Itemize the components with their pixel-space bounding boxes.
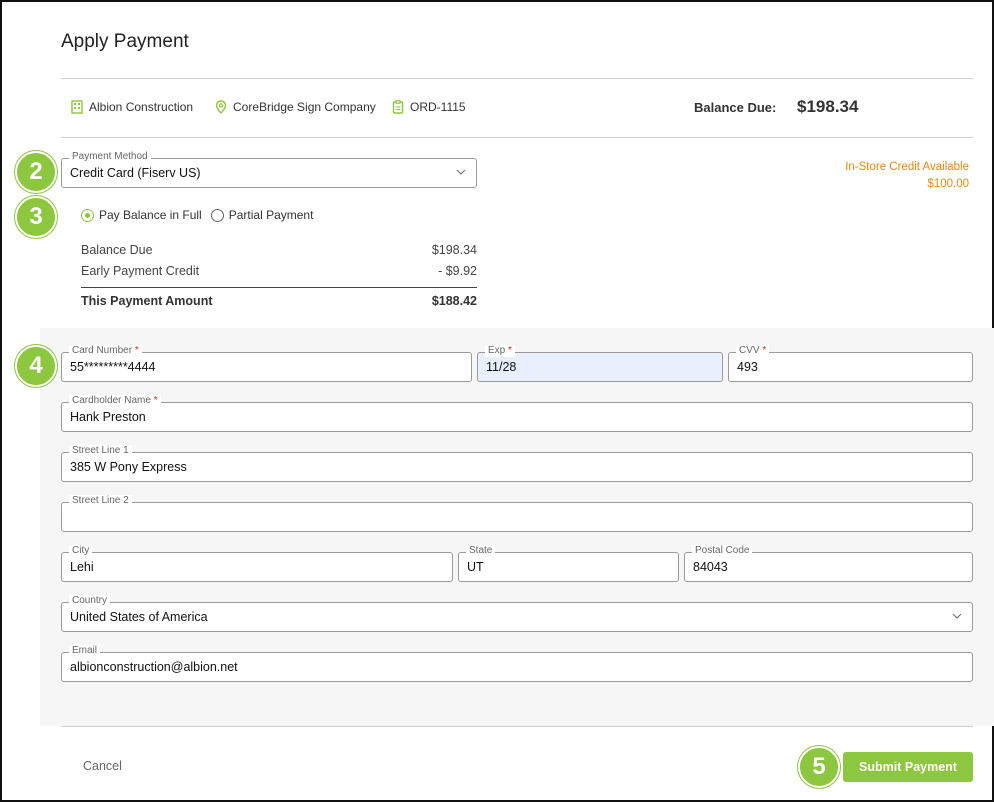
- city-label: City: [69, 545, 93, 557]
- summary-balance-row: Balance Due $198.34: [81, 243, 477, 257]
- country-select[interactable]: Country United States of America: [61, 595, 973, 632]
- summary-divider: [81, 287, 477, 288]
- location-pin-icon: [215, 100, 227, 114]
- cvv-label: CVV: [739, 345, 760, 356]
- email-label: Email: [69, 645, 101, 657]
- summary-credit-value: - $9.92: [438, 264, 477, 278]
- divider: [61, 726, 973, 727]
- required-mark: *: [153, 395, 158, 406]
- summary-credit-row: Early Payment Credit - $9.92: [81, 264, 477, 278]
- cardholder-name-field[interactable]: Cardholder Name * Hank Preston: [61, 395, 973, 432]
- required-mark: *: [134, 345, 139, 356]
- chevron-down-icon: [456, 169, 466, 175]
- payment-method-label: Payment Method: [69, 151, 151, 163]
- country-label: Country: [69, 595, 111, 607]
- pay-in-full-option[interactable]: Pay Balance in Full: [81, 208, 202, 222]
- street-line-1-value: 385 W Pony Express: [70, 460, 187, 474]
- store-credit-label: In-Store Credit Available: [845, 161, 969, 173]
- city-field[interactable]: City Lehi: [61, 545, 453, 582]
- divider: [61, 137, 973, 138]
- summary-balance-value: $198.34: [431, 243, 477, 257]
- payment-option-group: Pay Balance in Full Partial Payment: [81, 208, 322, 222]
- partial-payment-label: Partial Payment: [228, 208, 314, 222]
- cardholder-name-value: Hank Preston: [70, 410, 146, 424]
- pay-in-full-label: Pay Balance in Full: [99, 208, 202, 222]
- balance-due-value: $198.34: [797, 97, 859, 116]
- clipboard-icon: [392, 100, 404, 114]
- submit-payment-button[interactable]: Submit Payment: [843, 752, 973, 782]
- street-line-2-label: Street Line 2: [69, 495, 132, 507]
- apply-payment-dialog: Apply Payment Albion Construction CoreBr…: [0, 0, 994, 802]
- cvv-field[interactable]: CVV * 493: [728, 345, 973, 382]
- company-name: Albion Construction: [89, 100, 194, 114]
- postal-code-label: Postal Code: [692, 545, 753, 557]
- exp-label: Exp: [488, 345, 506, 356]
- building-icon: [71, 100, 83, 114]
- chevron-down-icon: [952, 613, 962, 619]
- store-credit-info: In-Store Credit Available $100.00: [845, 159, 969, 193]
- context-company: Albion Construction: [71, 100, 193, 114]
- summary-balance-label: Balance Due: [81, 243, 153, 257]
- step-badge-5: 5: [798, 746, 840, 788]
- summary-total-label: This Payment Amount: [81, 294, 213, 308]
- cvv-value: 493: [737, 360, 758, 374]
- summary-total-row: This Payment Amount $188.42: [81, 294, 477, 308]
- pay-in-full-radio[interactable]: [81, 208, 94, 222]
- state-label: State: [466, 545, 496, 557]
- context-order: ORD-1115: [392, 100, 466, 114]
- street-line-2-field[interactable]: Street Line 2: [61, 495, 973, 532]
- payment-method-select[interactable]: Payment Method Credit Card (Fiserv US): [61, 151, 477, 188]
- location-name: CoreBridge Sign Company: [233, 100, 376, 114]
- postal-code-field[interactable]: Postal Code 84043: [684, 545, 973, 582]
- cardholder-name-label: Cardholder Name: [72, 395, 151, 406]
- cancel-button[interactable]: Cancel: [83, 759, 122, 773]
- store-credit-amount: $100.00: [927, 178, 969, 190]
- card-number-value: 55*********4444: [70, 360, 156, 374]
- step-badge-4: 4: [15, 345, 57, 387]
- exp-value: 11/28: [486, 360, 517, 374]
- balance-due-label: Balance Due:: [694, 100, 777, 115]
- dialog-title: Apply Payment: [61, 31, 189, 52]
- summary-total-value: $188.42: [431, 294, 477, 308]
- required-mark: *: [508, 345, 512, 356]
- email-field[interactable]: Email albionconstruction@albion.net: [61, 645, 973, 682]
- card-number-label: Card Number: [72, 345, 133, 356]
- postal-code-value: 84043: [693, 560, 728, 574]
- country-value: United States of America: [70, 610, 208, 624]
- summary-credit-label: Early Payment Credit: [81, 264, 200, 278]
- payment-method-value: Credit Card (Fiserv US): [70, 166, 201, 180]
- context-location: CoreBridge Sign Company: [215, 100, 376, 114]
- partial-payment-radio[interactable]: [210, 208, 224, 222]
- required-mark: *: [762, 345, 767, 356]
- city-value: Lehi: [70, 560, 94, 574]
- state-field[interactable]: State UT: [458, 545, 679, 582]
- email-value: albionconstruction@albion.net: [70, 660, 238, 674]
- state-value: UT: [467, 560, 484, 574]
- step-badge-2: 2: [15, 151, 57, 193]
- street-line-1-field[interactable]: Street Line 1 385 W Pony Express: [61, 445, 973, 482]
- street-line-1-label: Street Line 1: [69, 445, 132, 457]
- card-number-field[interactable]: Card Number * 55*********4444: [61, 345, 472, 382]
- step-badge-3: 3: [15, 196, 57, 238]
- partial-payment-option[interactable]: Partial Payment: [210, 208, 314, 222]
- divider: [61, 78, 973, 79]
- order-number: ORD-1115: [410, 100, 466, 114]
- exp-field[interactable]: Exp * 11/28: [477, 345, 723, 382]
